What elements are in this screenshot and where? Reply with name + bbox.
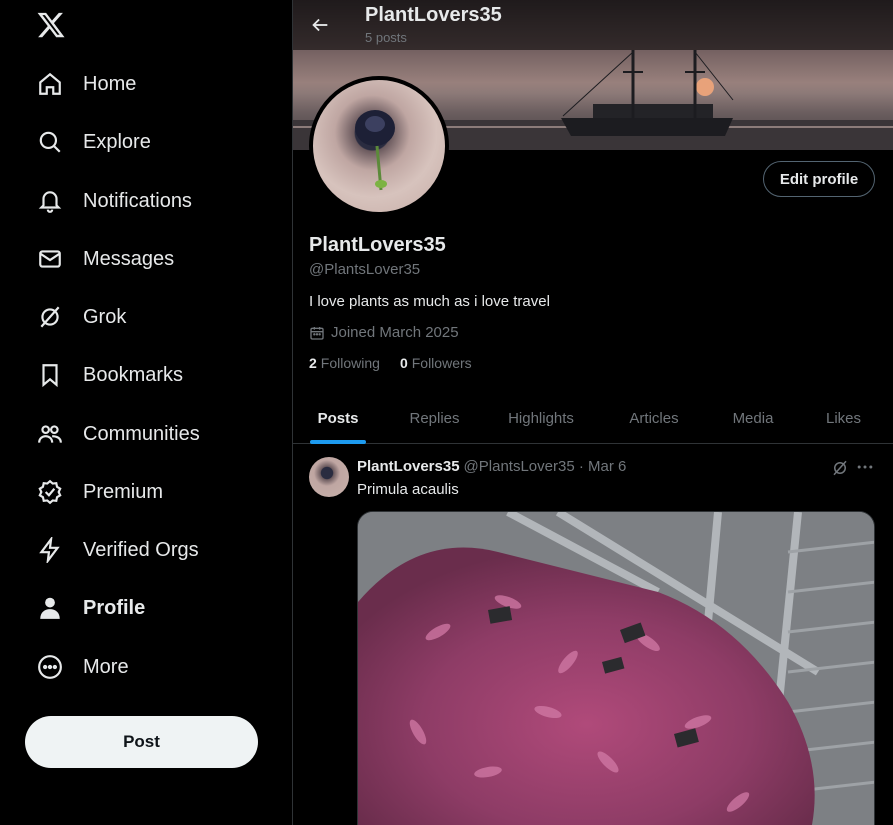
nav-label: Grok xyxy=(83,305,127,328)
post-header: PlantLovers35 @PlantsLover35 · Mar 6 xyxy=(357,458,626,475)
nav-item-bookmarks[interactable]: Bookmarks xyxy=(36,355,183,395)
joined-label: Joined March 2025 xyxy=(331,324,459,341)
edit-profile-button[interactable]: Edit profile xyxy=(763,161,875,197)
followers-count: 0 xyxy=(399,355,408,371)
nav-label: Verified Orgs xyxy=(83,538,199,561)
post-meta: @PlantsLover35 · Mar 6 xyxy=(463,458,627,475)
sidebar: Home Explore Notifications Messages Grok… xyxy=(0,0,292,825)
tab-highlights[interactable]: Highlights xyxy=(486,392,596,444)
communities-icon xyxy=(36,420,64,448)
following-count: 2 xyxy=(309,355,317,371)
nav-label: Profile xyxy=(83,596,146,619)
nav-label: Notifications xyxy=(83,189,192,212)
post-text: Primula acaulis xyxy=(357,481,459,498)
following-label: Following xyxy=(320,355,380,371)
tab-replies[interactable]: Replies xyxy=(383,392,486,444)
home-icon xyxy=(36,70,64,98)
tab-label: Likes xyxy=(825,409,862,427)
nav-item-explore[interactable]: Explore xyxy=(36,122,151,162)
post-author-name[interactable]: PlantLovers35 xyxy=(357,458,460,475)
envelope-icon xyxy=(36,245,64,273)
nav-label: Explore xyxy=(83,130,151,153)
bookmark-icon xyxy=(36,361,64,389)
followers-link[interactable]: 0 Followers xyxy=(400,355,472,371)
back-arrow-icon[interactable] xyxy=(309,14,331,36)
nav-item-notifications[interactable]: Notifications xyxy=(36,181,192,221)
post-avatar[interactable] xyxy=(309,457,349,497)
header-post-count: 5 posts xyxy=(365,30,407,45)
nav-label: Messages xyxy=(83,247,175,270)
post-image[interactable] xyxy=(357,511,875,825)
tab-label: Articles xyxy=(629,409,679,427)
tab-articles[interactable]: Articles xyxy=(596,392,712,444)
nav-label: More xyxy=(83,655,129,678)
profile-column: PlantLovers35 5 posts Edit profile Plant… xyxy=(293,0,893,825)
verified-badge-icon xyxy=(36,478,64,506)
grok-icon xyxy=(36,303,64,331)
more-options-icon[interactable] xyxy=(855,457,877,479)
tab-label: Posts xyxy=(317,409,359,427)
nav-item-home[interactable]: Home xyxy=(36,64,136,104)
post-button[interactable]: Post xyxy=(25,716,258,768)
tab-likes[interactable]: Likes xyxy=(794,392,893,444)
bell-icon xyxy=(36,187,64,215)
x-logo-icon[interactable] xyxy=(36,10,66,40)
person-icon xyxy=(36,594,64,622)
nav-item-verified-orgs[interactable]: Verified Orgs xyxy=(36,530,199,570)
tab-label: Replies xyxy=(409,409,460,427)
tab-label: Highlights xyxy=(508,409,574,427)
follow-stats: 2 Following 0 Followers xyxy=(309,355,492,371)
profile-avatar[interactable] xyxy=(309,76,449,216)
tab-media[interactable]: Media xyxy=(712,392,794,444)
more-circle-icon xyxy=(36,653,64,681)
profile-joined: Joined March 2025 xyxy=(309,324,459,341)
nav-label: Premium xyxy=(83,480,164,503)
tab-label: Media xyxy=(732,409,774,427)
profile-tabs: Posts Replies Highlights Articles Media … xyxy=(293,392,893,444)
profile-display-name: PlantLovers35 xyxy=(309,234,446,256)
tab-posts[interactable]: Posts xyxy=(293,392,383,444)
followers-label: Followers xyxy=(411,355,472,371)
lightning-icon xyxy=(36,536,64,564)
nav-item-grok[interactable]: Grok xyxy=(36,297,126,337)
nav-label: Communities xyxy=(83,422,200,445)
nav-label: Home xyxy=(83,72,137,95)
search-icon xyxy=(36,128,64,156)
tab-active-indicator xyxy=(310,440,366,444)
profile-handle: @PlantsLover35 xyxy=(309,261,421,278)
profile-header-bar: PlantLovers35 5 posts xyxy=(293,0,893,50)
nav-item-communities[interactable]: Communities xyxy=(36,414,200,454)
header-title: PlantLovers35 xyxy=(365,4,502,26)
nav-item-more[interactable]: More xyxy=(36,647,129,687)
calendar-icon xyxy=(310,326,324,340)
profile-bio: I love plants as much as i love travel xyxy=(309,293,550,310)
nav-item-profile[interactable]: Profile xyxy=(36,588,145,628)
grok-icon[interactable] xyxy=(831,459,849,477)
post-item[interactable]: PlantLovers35 @PlantsLover35 · Mar 6 Pri… xyxy=(293,445,893,825)
nav-label: Bookmarks xyxy=(83,363,184,386)
following-link[interactable]: 2 Following xyxy=(309,355,380,371)
nav-item-premium[interactable]: Premium xyxy=(36,472,163,512)
nav-item-messages[interactable]: Messages xyxy=(36,239,174,279)
